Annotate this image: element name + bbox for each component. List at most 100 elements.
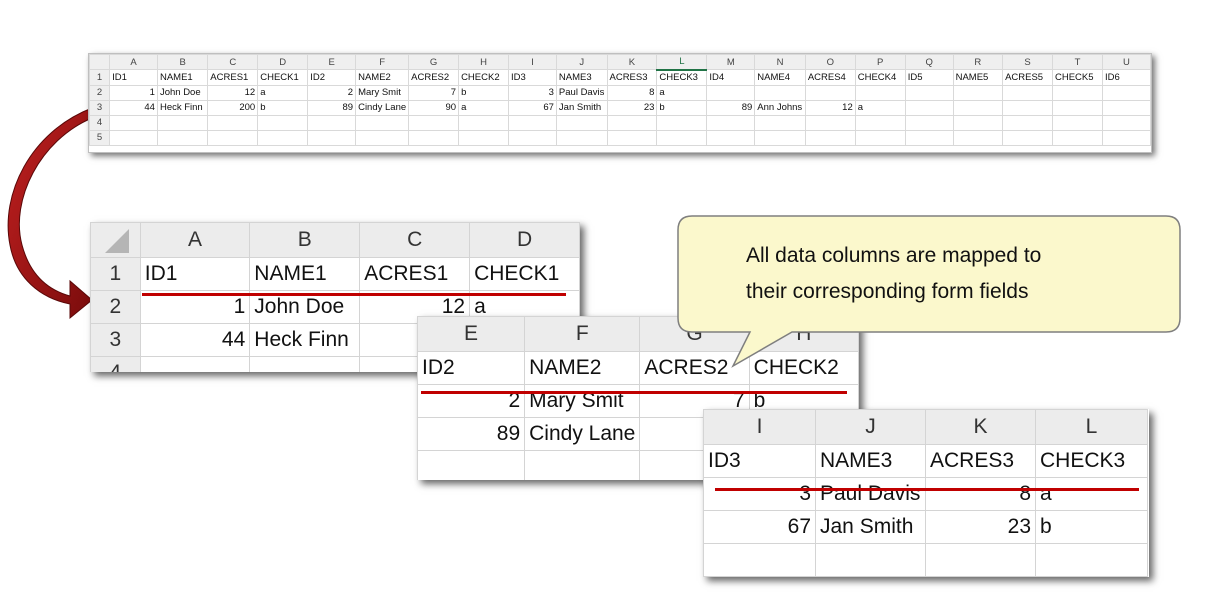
row-header[interactable]: 3 [90, 323, 141, 357]
cell[interactable]: NAME3 [815, 444, 926, 478]
cell[interactable]: 8 [925, 477, 1036, 511]
cell[interactable]: a [1035, 477, 1148, 511]
row-header[interactable]: 4 [89, 114, 111, 131]
cell[interactable]: CHECK1 [257, 69, 309, 86]
column-header[interactable]: F [355, 54, 410, 70]
cell[interactable]: Paul Davis [815, 477, 926, 511]
cell[interactable]: 12 [804, 99, 856, 116]
cell[interactable]: ACRES4 [804, 69, 856, 86]
cell[interactable] [1051, 114, 1103, 131]
column-header[interactable]: M [706, 54, 756, 70]
cell[interactable] [109, 129, 158, 146]
column-header[interactable]: S [1002, 54, 1053, 70]
cell[interactable] [257, 114, 309, 131]
cell[interactable] [1051, 84, 1103, 101]
cell[interactable] [408, 114, 460, 131]
cell[interactable]: 90 [408, 99, 460, 116]
cell[interactable] [804, 129, 856, 146]
column-header[interactable]: O [804, 54, 856, 70]
cell[interactable] [1002, 129, 1053, 146]
column-header[interactable]: C [359, 222, 471, 258]
cell[interactable] [854, 84, 906, 101]
cell[interactable] [249, 356, 361, 372]
cell[interactable]: 2 [417, 384, 526, 418]
cell[interactable] [606, 114, 658, 131]
cell[interactable] [925, 543, 1036, 577]
row-header[interactable]: 1 [89, 69, 111, 86]
cell[interactable]: Ann Johns [754, 99, 806, 116]
cell[interactable]: Mary Smit [524, 384, 641, 418]
column-header[interactable]: K [606, 54, 658, 70]
cell[interactable]: ACRES5 [1002, 69, 1053, 86]
column-header[interactable]: N [754, 54, 806, 70]
cell[interactable]: CHECK2 [748, 351, 859, 385]
cell[interactable] [904, 99, 954, 116]
cell[interactable] [706, 84, 756, 101]
cell[interactable] [706, 129, 756, 146]
cell[interactable] [355, 129, 410, 146]
cell[interactable] [904, 129, 954, 146]
cell[interactable] [355, 114, 410, 131]
cell[interactable] [508, 129, 557, 146]
row-header[interactable]: 5 [89, 129, 111, 146]
column-header[interactable]: A [139, 222, 251, 258]
cell[interactable]: Jan Smith [815, 510, 926, 544]
column-header[interactable]: T [1051, 54, 1103, 70]
cell[interactable] [156, 114, 209, 131]
cell[interactable] [754, 84, 806, 101]
column-header[interactable]: I [703, 409, 816, 445]
cell[interactable] [508, 114, 557, 131]
cell[interactable]: Heck Finn [156, 99, 209, 116]
cell[interactable] [815, 543, 926, 577]
cell[interactable]: ACRES2 [408, 69, 460, 86]
column-header[interactable]: H [748, 316, 859, 352]
cell[interactable] [1101, 129, 1151, 146]
cell[interactable]: ID3 [508, 69, 557, 86]
cell[interactable]: a [257, 84, 309, 101]
cell[interactable]: Cindy Lane [355, 99, 410, 116]
cell[interactable]: NAME4 [754, 69, 806, 86]
cell[interactable]: ID6 [1101, 69, 1151, 86]
cell[interactable]: CHECK3 [1035, 444, 1148, 478]
cell[interactable] [854, 129, 906, 146]
cell[interactable] [1051, 129, 1103, 146]
cell[interactable]: ACRES3 [925, 444, 1036, 478]
cell[interactable] [1002, 99, 1053, 116]
cell[interactable]: 89 [417, 417, 526, 451]
column-header[interactable]: G [639, 316, 750, 352]
cell[interactable]: ACRES3 [606, 69, 658, 86]
cell[interactable]: ID1 [109, 69, 158, 86]
row-header[interactable]: 3 [89, 99, 111, 116]
cell[interactable] [952, 129, 1004, 146]
cell[interactable] [804, 114, 856, 131]
column-header[interactable]: E [417, 316, 526, 352]
cell[interactable] [1101, 114, 1151, 131]
cell[interactable]: b [458, 84, 510, 101]
cell[interactable] [754, 114, 806, 131]
cell[interactable]: CHECK3 [656, 69, 708, 86]
cell[interactable]: 44 [139, 323, 251, 357]
select-all-corner[interactable] [90, 222, 141, 258]
cell[interactable]: Jan Smith [555, 99, 608, 116]
cell[interactable]: 23 [606, 99, 658, 116]
column-header[interactable]: J [555, 54, 608, 70]
column-header[interactable]: J [815, 409, 926, 445]
cell[interactable] [109, 114, 158, 131]
cell[interactable] [1051, 99, 1103, 116]
cell[interactable] [458, 129, 510, 146]
cell[interactable]: ACRES1 [359, 257, 471, 291]
cell[interactable] [139, 356, 251, 372]
cell[interactable]: NAME5 [952, 69, 1004, 86]
column-header[interactable]: E [307, 54, 357, 70]
cell[interactable] [606, 129, 658, 146]
cell[interactable]: ID5 [904, 69, 954, 86]
column-header[interactable]: D [257, 54, 309, 70]
cell[interactable]: 200 [207, 99, 259, 116]
cell[interactable]: ID1 [139, 257, 251, 291]
cell[interactable]: Paul Davis [555, 84, 608, 101]
cell[interactable] [307, 114, 357, 131]
cell[interactable]: b [656, 99, 708, 116]
cell[interactable] [1101, 99, 1151, 116]
column-header[interactable]: R [952, 54, 1004, 70]
cell[interactable]: 3 [508, 84, 557, 101]
